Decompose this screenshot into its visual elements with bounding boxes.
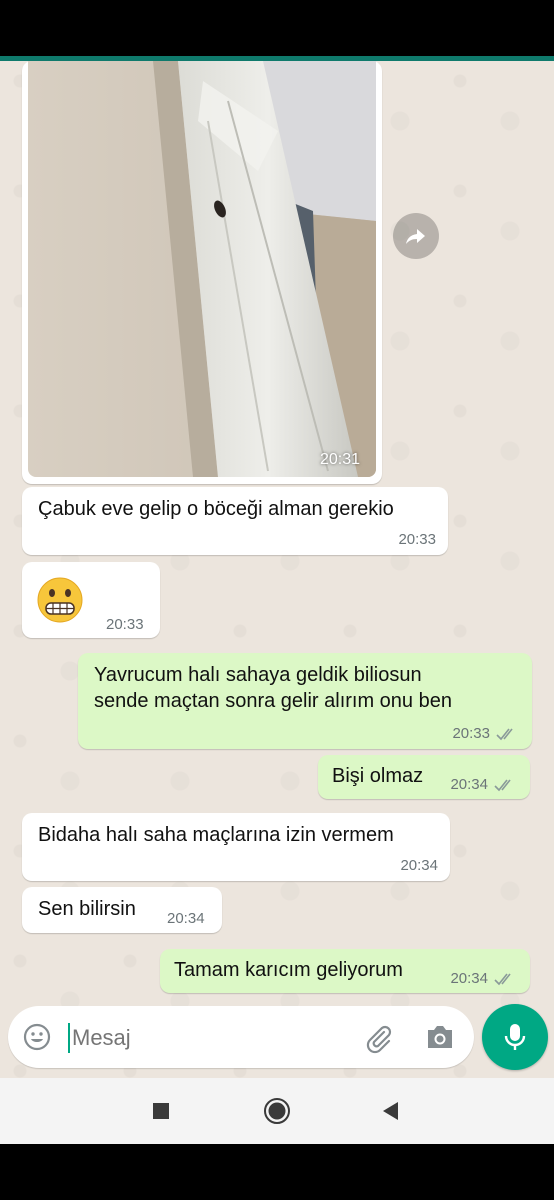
message-text-line: sende maçtan sonra gelir alırım onu ben <box>94 690 452 712</box>
message-time: 20:34 <box>400 857 438 874</box>
message-input[interactable] <box>70 1020 344 1056</box>
message-text: Çabuk eve gelip o böceği alman gerekio <box>38 498 394 520</box>
message-bubble[interactable]: Yavrucum halı sahaya geldik biliosun sen… <box>78 653 532 749</box>
message-bubble[interactable]: Sen bilirsin 20:34 <box>22 887 222 933</box>
nav-home-icon[interactable] <box>263 1097 291 1125</box>
photo-image[interactable]: 20:31 <box>28 61 376 477</box>
mic-icon <box>504 1024 526 1050</box>
message-text-line: Yavrucum halı sahaya geldik biliosun <box>94 664 422 686</box>
double-check-icon <box>494 973 511 986</box>
camera-icon[interactable] <box>424 1023 456 1051</box>
message-text: Tamam karıcım geliyorum <box>174 959 403 981</box>
chat-area[interactable]: 20:31 Çabuk eve gelip o böceği alman ger… <box>0 61 554 1078</box>
emoji-message[interactable]: 20:33 <box>22 562 160 638</box>
nav-square-icon[interactable] <box>152 1102 170 1120</box>
curtain-photo <box>28 61 376 477</box>
message-text: Sen bilirsin <box>38 898 136 920</box>
message-time: 20:33 <box>106 616 144 633</box>
message-time: 20:33 <box>452 725 490 742</box>
emoji-icon[interactable] <box>22 1022 52 1052</box>
bottom-bezel <box>0 1144 554 1200</box>
photo-message[interactable]: 20:31 <box>22 61 382 484</box>
status-bar <box>0 0 554 56</box>
message-input-bar[interactable] <box>8 1006 474 1068</box>
grimacing-face-icon <box>37 577 83 623</box>
nav-back-icon[interactable] <box>380 1100 400 1122</box>
message-time: 20:34 <box>450 776 488 793</box>
message-text: Bişi olmaz <box>332 765 424 787</box>
message-time: 20:34 <box>167 910 205 927</box>
attach-icon[interactable] <box>362 1022 394 1054</box>
double-check-icon <box>496 728 513 741</box>
message-time: 20:31 <box>319 451 360 468</box>
forward-button[interactable] <box>393 213 439 259</box>
message-bubble[interactable]: Bişi olmaz 20:34 <box>318 755 530 799</box>
message-time: 20:34 <box>450 970 488 987</box>
message-bubble[interactable]: Çabuk eve gelip o böceği alman gerekio 2… <box>22 487 448 555</box>
double-check-icon <box>494 779 511 792</box>
voice-record-button[interactable] <box>482 1004 548 1070</box>
message-time: 20:33 <box>398 531 436 548</box>
message-text: Bidaha halı saha maçlarına izin vermem <box>38 824 394 846</box>
navigation-bar <box>0 1078 554 1144</box>
message-bubble[interactable]: Tamam karıcım geliyorum 20:34 <box>160 949 530 993</box>
message-bubble[interactable]: Bidaha halı saha maçlarına izin vermem 2… <box>22 813 450 881</box>
forward-icon <box>406 229 425 244</box>
